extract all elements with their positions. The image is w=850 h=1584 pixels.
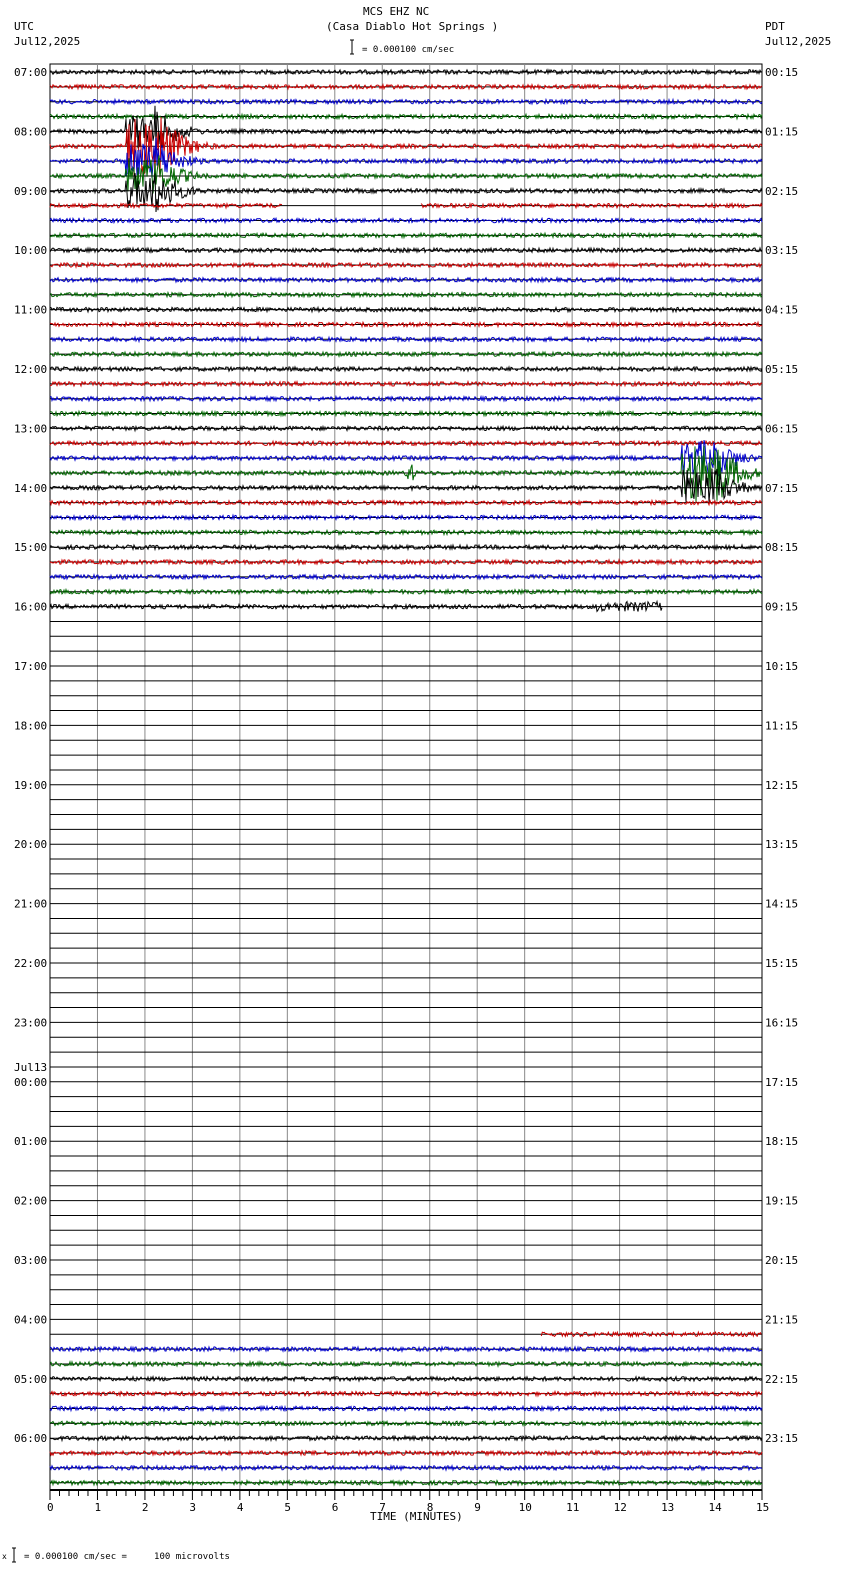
utc-time-label: 08:00 <box>14 125 47 138</box>
scale-text: = 0.000100 cm/sec <box>362 45 454 55</box>
seismic-trace <box>49 335 763 344</box>
seismic-trace <box>49 350 763 359</box>
x-axis-label: TIME (MINUTES) <box>370 1510 463 1523</box>
utc-time-label: 21:00 <box>14 898 47 911</box>
left-timezone: UTC <box>14 20 34 33</box>
seismic-trace <box>49 445 763 503</box>
x-tick-label: 0 <box>47 1501 54 1514</box>
utc-time-label: 10:00 <box>14 244 47 257</box>
utc-time-label: 02:00 <box>14 1195 47 1208</box>
pdt-time-label: 15:15 <box>765 957 798 970</box>
pdt-time-label: 06:15 <box>765 422 798 435</box>
helicorder-plot: MCS EHZ NC (Casa Diablo Hot Springs ) UT… <box>2 5 831 1563</box>
utc-time-label: 09:00 <box>14 185 47 198</box>
right-date: Jul12,2025 <box>765 35 831 48</box>
x-tick-label: 10 <box>519 1501 532 1514</box>
pdt-time-label: 00:15 <box>765 66 798 79</box>
x-tick-label: 14 <box>709 1501 723 1514</box>
x-tick-label: 9 <box>474 1501 481 1514</box>
x-tick-label: 4 <box>237 1501 244 1514</box>
x-tick-label: 11 <box>566 1501 579 1514</box>
pdt-time-label: 01:15 <box>765 125 798 138</box>
pdt-time-label: 11:15 <box>765 719 798 732</box>
pdt-time-label: 22:15 <box>765 1373 798 1386</box>
pdt-time-label: 03:15 <box>765 244 798 257</box>
seismic-trace <box>49 557 763 567</box>
pdt-time-label: 17:15 <box>765 1076 798 1089</box>
right-timezone: PDT <box>765 20 785 33</box>
footer-scale-text: = 0.000100 cm/sec = 100 microvolts <box>24 1552 230 1562</box>
utc-time-label: 05:00 <box>14 1373 47 1386</box>
utc-time-label: 23:00 <box>14 1016 47 1029</box>
utc-time-label: 14:00 <box>14 482 47 495</box>
utc-time-label: 19:00 <box>14 779 47 792</box>
utc-time-label: 06:00 <box>14 1432 47 1445</box>
utc-time-label: 13:00 <box>14 422 47 435</box>
scale-bar-icon <box>350 39 354 55</box>
utc-date-change-label: Jul13 <box>14 1061 47 1074</box>
x-tick-label: 2 <box>142 1501 149 1514</box>
seismic-trace <box>49 513 763 522</box>
pdt-time-label: 16:15 <box>765 1016 798 1029</box>
utc-time-label: 03:00 <box>14 1254 47 1267</box>
station-subtitle: (Casa Diablo Hot Springs ) <box>326 20 498 33</box>
utc-time-label: 22:00 <box>14 957 47 970</box>
pdt-time-label: 20:15 <box>765 1254 798 1267</box>
pdt-time-label: 14:15 <box>765 898 798 911</box>
pdt-time-label: 13:15 <box>765 838 798 851</box>
x-tick-label: 6 <box>332 1501 339 1514</box>
utc-time-label: 01:00 <box>14 1135 47 1148</box>
utc-time-label: 16:00 <box>14 601 47 614</box>
pdt-time-label: 10:15 <box>765 660 798 673</box>
utc-time-label: 07:00 <box>14 66 47 79</box>
pdt-time-label: 12:15 <box>765 779 798 792</box>
footer-scale-bar-icon <box>12 1547 16 1563</box>
pdt-time-label: 09:15 <box>765 601 798 614</box>
utc-time-label: 20:00 <box>14 838 47 851</box>
x-tick-label: 13 <box>661 1501 674 1514</box>
station-title: MCS EHZ NC <box>363 5 429 18</box>
x-tick-label: 5 <box>284 1501 291 1514</box>
pdt-time-label: 08:15 <box>765 541 798 554</box>
utc-time-label: 12:00 <box>14 363 47 376</box>
pdt-time-label: 05:15 <box>765 363 798 376</box>
pdt-time-label: 19:15 <box>765 1195 798 1208</box>
pdt-time-label: 18:15 <box>765 1135 798 1148</box>
x-tick-label: 3 <box>189 1501 196 1514</box>
pdt-time-label: 23:15 <box>765 1432 798 1445</box>
footer-mark: x <box>2 1552 7 1561</box>
utc-time-label: 15:00 <box>14 541 47 554</box>
x-tick-label: 15 <box>756 1501 769 1514</box>
left-date: Jul12,2025 <box>14 35 80 48</box>
pdt-time-label: 04:15 <box>765 304 798 317</box>
pdt-time-label: 02:15 <box>765 185 798 198</box>
utc-time-label: 18:00 <box>14 719 47 732</box>
helicorder-chart: MCS EHZ NC (Casa Diablo Hot Springs ) UT… <box>0 0 850 1584</box>
utc-time-label: 04:00 <box>14 1313 47 1326</box>
utc-time-label: 11:00 <box>14 304 47 317</box>
pdt-time-label: 07:15 <box>765 482 798 495</box>
x-tick-label: 12 <box>614 1501 627 1514</box>
utc-time-label: 00:00 <box>14 1076 47 1089</box>
pdt-time-label: 21:15 <box>765 1313 798 1326</box>
utc-time-label: 17:00 <box>14 660 47 673</box>
x-tick-label: 1 <box>94 1501 101 1514</box>
